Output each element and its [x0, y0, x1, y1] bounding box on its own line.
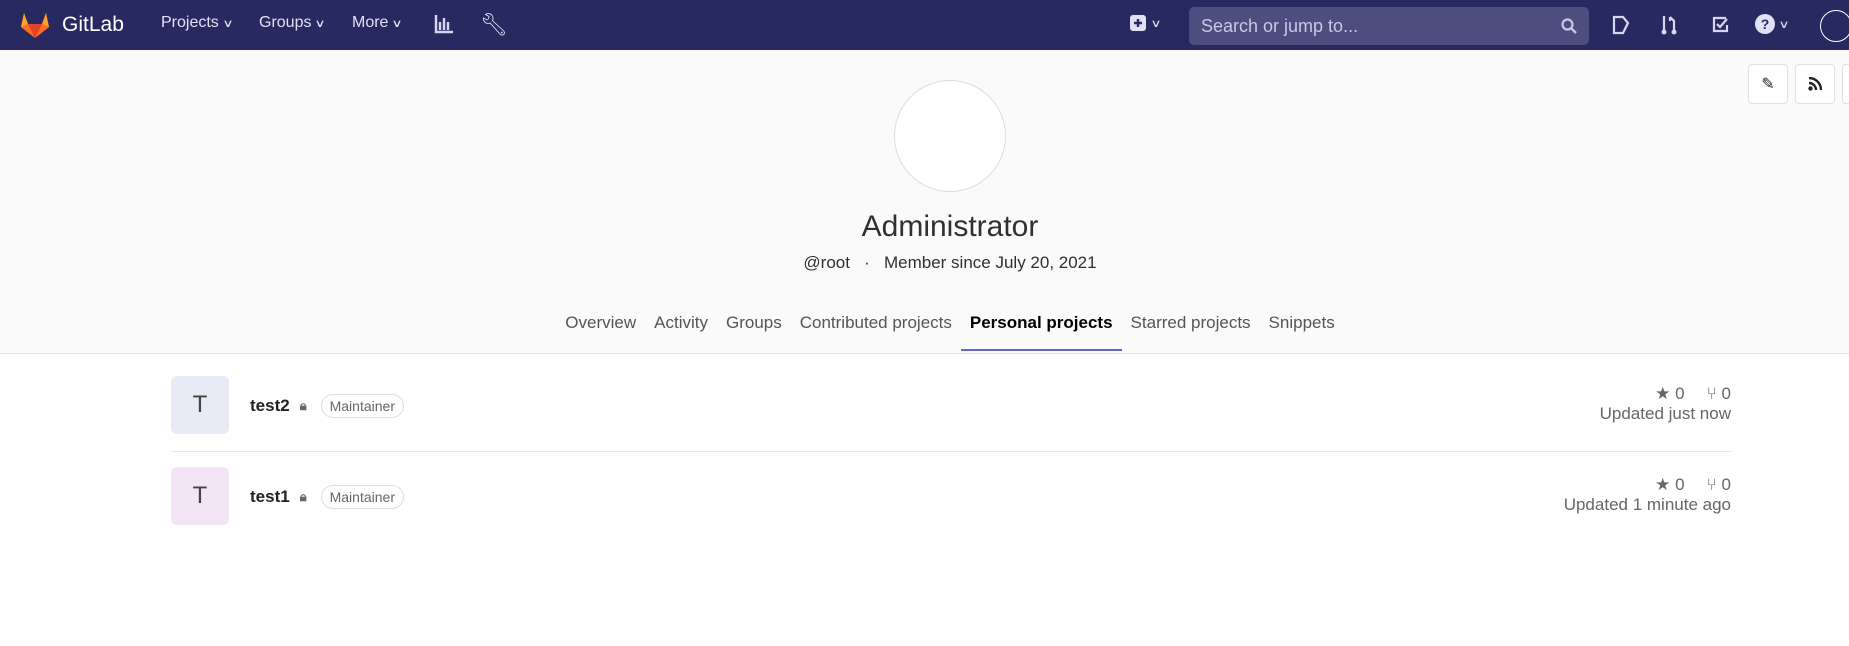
- activity-chart-icon[interactable]: [434, 14, 454, 34]
- fork-icon: ⑂: [1706, 384, 1717, 403]
- forks-count[interactable]: ⑂ 0: [1707, 384, 1731, 404]
- tab-activity[interactable]: Activity: [645, 303, 717, 351]
- row-divider: [171, 451, 1731, 452]
- chevron-down-icon: ∨: [222, 17, 234, 30]
- plus-square-icon: [1130, 15, 1146, 31]
- help-icon: ?: [1755, 14, 1775, 34]
- groups-menu[interactable]: Groups ∨: [259, 14, 327, 32]
- search-icon: [1561, 18, 1577, 34]
- lock-icon: 🔒︎: [299, 489, 307, 504]
- new-dropdown[interactable]: ∨: [1130, 15, 1162, 31]
- edit-profile-button[interactable]: ✎: [1748, 64, 1788, 104]
- project-name-link[interactable]: test1: [250, 487, 290, 507]
- tab-starred-projects[interactable]: Starred projects: [1122, 303, 1260, 351]
- stars-value: 0: [1675, 475, 1685, 494]
- project-name-link[interactable]: test2: [250, 396, 290, 416]
- gitlab-logo-link[interactable]: GitLab: [20, 8, 124, 42]
- projects-menu[interactable]: Projects ∨: [161, 14, 234, 32]
- brand-name: GitLab: [62, 13, 124, 36]
- updated-time: Updated 1 minute ago: [1563, 495, 1731, 514]
- separator: ·: [864, 253, 870, 272]
- gitlab-tanuki-icon: [21, 13, 49, 38]
- role-badge: Maintainer: [320, 394, 404, 418]
- project-row: T test2 🔒︎ Maintainer ★ 0 ⑂ 0 Updated just n…: [171, 376, 1731, 451]
- updated-time: Updated just now: [1599, 404, 1731, 423]
- chevron-down-icon: ∨: [391, 17, 404, 30]
- more-menu[interactable]: More ∨: [352, 14, 404, 32]
- stars-value: 0: [1675, 384, 1685, 403]
- user-avatar[interactable]: [1820, 10, 1849, 42]
- more-actions-button[interactable]: [1842, 64, 1849, 104]
- rss-feed-button[interactable]: [1795, 64, 1835, 104]
- project-avatar[interactable]: T: [171, 467, 229, 525]
- help-dropdown[interactable]: ? ∨: [1755, 14, 1790, 34]
- tab-personal-projects[interactable]: Personal projects: [960, 303, 1122, 351]
- merge-request-icon[interactable]: [1660, 14, 1678, 36]
- issues-icon[interactable]: [1612, 15, 1630, 35]
- rss-icon: [1808, 77, 1822, 91]
- tab-snippets[interactable]: Snippets: [1260, 303, 1344, 351]
- tab-overview[interactable]: Overview: [556, 303, 645, 351]
- groups-menu-label: Groups: [259, 14, 312, 31]
- search-placeholder: Search or jump to...: [1201, 15, 1359, 36]
- project-row: T test1 🔒︎ Maintainer ★ 0 ⑂ 0 Updated 1 minu…: [171, 467, 1731, 542]
- tab-contributed-projects[interactable]: Contributed projects: [791, 303, 961, 351]
- stars-count[interactable]: ★ 0: [1655, 384, 1684, 404]
- username: @root: [803, 253, 850, 272]
- tab-groups[interactable]: Groups: [717, 303, 791, 351]
- profile-avatar: [894, 80, 1006, 192]
- forks-value: 0: [1721, 475, 1731, 494]
- fork-icon: ⑂: [1706, 475, 1717, 494]
- profile-meta: @root · Member since July 20, 2021: [0, 253, 1849, 273]
- projects-menu-label: Projects: [161, 14, 219, 31]
- pencil-icon: ✎: [1761, 76, 1775, 93]
- chevron-down-icon: ∨: [314, 17, 327, 30]
- forks-value: 0: [1721, 384, 1731, 403]
- forks-count[interactable]: ⑂ 0: [1707, 475, 1731, 495]
- search-input[interactable]: Search or jump to...: [1189, 7, 1589, 45]
- more-menu-label: More: [352, 14, 389, 31]
- stars-count[interactable]: ★ 0: [1655, 475, 1684, 495]
- lock-icon: 🔒︎: [299, 398, 307, 413]
- top-navbar: GitLab Projects ∨ Groups ∨ More ∨ 🔧︎ ∨ Sear…: [0, 0, 1849, 50]
- admin-wrench-icon[interactable]: 🔧︎: [480, 12, 508, 38]
- profile-name: Administrator: [861, 210, 1039, 243]
- chevron-down-icon: ∨: [1150, 17, 1162, 30]
- project-avatar[interactable]: T: [171, 376, 229, 434]
- role-badge: Maintainer: [320, 485, 404, 509]
- profile-tabs: Overview Activity Groups Contributed pro…: [0, 303, 1849, 351]
- member-since: Member since July 20, 2021: [883, 253, 1097, 272]
- todo-icon[interactable]: [1712, 16, 1729, 33]
- chevron-down-icon: ∨: [1778, 18, 1790, 31]
